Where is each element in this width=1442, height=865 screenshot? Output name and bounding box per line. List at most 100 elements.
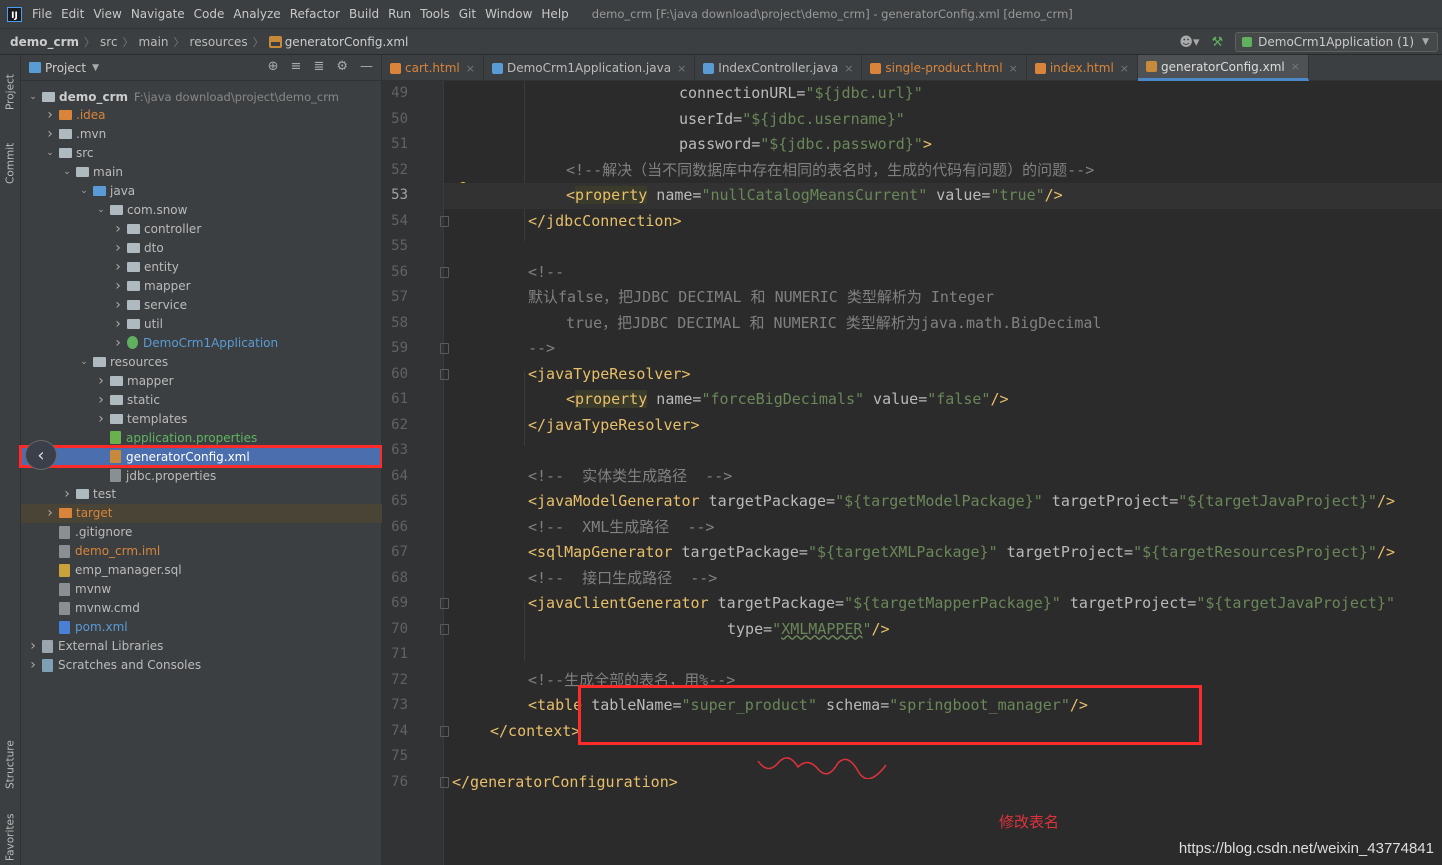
menu-run[interactable]: Run [388, 7, 411, 21]
chevron-right-icon[interactable]: › [112, 297, 124, 313]
close-icon[interactable]: × [844, 62, 853, 75]
run-configuration-selector[interactable]: DemoCrm1Application (1) ▼ [1235, 32, 1438, 52]
chevron-down-icon[interactable]: ⌄ [95, 205, 107, 215]
back-arrow-icon[interactable]: ‹ [25, 440, 57, 471]
tree-item-gitignore[interactable]: .gitignore [21, 523, 382, 542]
tree-item-java[interactable]: ⌄ java [21, 182, 382, 201]
tree-item-templates[interactable]: › templates [21, 409, 382, 428]
menu-analyze[interactable]: Analyze [233, 7, 280, 21]
tree-item-pom-xml[interactable]: pom.xml [21, 618, 382, 637]
tab-cart-html[interactable]: cart.html × [382, 55, 484, 81]
tree-item-scratches-and-consoles[interactable]: › Scratches and Consoles [21, 656, 382, 675]
tab-index-html[interactable]: index.html × [1027, 55, 1139, 81]
chevron-right-icon[interactable]: › [95, 392, 107, 408]
chevron-down-icon[interactable]: ⌄ [27, 92, 39, 102]
hide-panel-icon[interactable]: — [360, 59, 373, 74]
expand-all-icon[interactable]: ≡ [291, 59, 302, 74]
chevron-down-icon[interactable]: ⌄ [44, 148, 56, 158]
menu-tools[interactable]: Tools [420, 7, 450, 21]
tree-item-controller[interactable]: › controller [21, 220, 382, 239]
menu-window[interactable]: Window [485, 7, 532, 21]
tree-item-democrm1application[interactable]: › DemoCrm1Application [21, 333, 382, 352]
breadcrumb-src[interactable]: src [100, 35, 118, 49]
tree-item-entity[interactable]: › entity [21, 258, 382, 277]
close-icon[interactable]: × [1291, 60, 1300, 73]
tab-democrm1application-java[interactable]: DemoCrm1Application.java × [484, 55, 696, 81]
chevron-down-icon[interactable]: ▼ [92, 63, 99, 73]
close-icon[interactable]: × [466, 62, 475, 75]
tab-generatorconfig-xml[interactable]: generatorConfig.xml × [1138, 55, 1309, 81]
close-icon[interactable]: × [1009, 62, 1018, 75]
tree-item-mapper[interactable]: › mapper [21, 371, 382, 390]
tree-item-application-properties[interactable]: application.properties [21, 428, 382, 447]
chevron-right-icon[interactable]: › [112, 335, 124, 351]
tree-item-com-snow[interactable]: ⌄ com.snow [21, 201, 382, 220]
chevron-down-icon[interactable]: ⌄ [78, 357, 90, 367]
tree-item-static[interactable]: › static [21, 390, 382, 409]
chevron-right-icon[interactable]: › [61, 486, 73, 502]
tree-item-idea[interactable]: › .idea [21, 106, 382, 125]
chevron-right-icon[interactable]: › [112, 221, 124, 237]
chevron-right-icon[interactable]: › [112, 316, 124, 332]
collapse-all-icon[interactable]: ≣ [313, 59, 324, 74]
chevron-down-icon[interactable]: ⌄ [61, 167, 73, 177]
tree-item-mvnw[interactable]: mvnw [21, 580, 382, 599]
chevron-right-icon[interactable]: › [112, 278, 124, 294]
menu-file[interactable]: File [32, 7, 52, 21]
tree-item-jdbc-properties[interactable]: jdbc.properties [21, 466, 382, 485]
tree-item-mapper[interactable]: › mapper [21, 277, 382, 296]
tool-tab-favorites[interactable]: Favorites [0, 810, 21, 865]
chevron-right-icon[interactable]: › [44, 126, 56, 142]
tree-item-generatorconfig-xml[interactable]: generatorConfig.xml ‹ [19, 440, 383, 471]
tree-item-dto[interactable]: › dto [21, 239, 382, 258]
chevron-right-icon[interactable]: › [44, 107, 56, 123]
menu-build[interactable]: Build [349, 7, 379, 21]
chevron-right-icon[interactable]: › [27, 638, 39, 654]
chevron-right-icon[interactable]: › [95, 411, 107, 427]
tab-single-product-html[interactable]: single-product.html × [862, 55, 1027, 81]
breadcrumb-main[interactable]: main [139, 35, 169, 49]
locate-file-icon[interactable]: ⊕ [268, 59, 279, 74]
menu-view[interactable]: View [93, 7, 121, 21]
breadcrumb-resources[interactable]: resources [190, 35, 248, 49]
chevron-right-icon[interactable]: › [95, 373, 107, 389]
tree-item-src[interactable]: ⌄ src [21, 144, 382, 163]
menu-code[interactable]: Code [194, 7, 225, 21]
user-icon[interactable]: ☻▾ [1179, 35, 1199, 50]
menu-refactor[interactable]: Refactor [290, 7, 340, 21]
chevron-right-icon[interactable]: › [27, 657, 39, 673]
chevron-down-icon[interactable]: ⌄ [78, 186, 90, 196]
tool-tab-commit[interactable]: Commit [0, 133, 21, 193]
tree-item-target[interactable]: › target [21, 503, 382, 523]
tree-item-label: jdbc.properties [126, 468, 217, 483]
tool-tab-structure[interactable]: Structure [0, 730, 21, 800]
menu-edit[interactable]: Edit [61, 7, 84, 21]
menu-git[interactable]: Git [459, 7, 476, 21]
tree-item-main[interactable]: ⌄ main [21, 163, 382, 182]
breadcrumb-project[interactable]: demo_crm [10, 35, 79, 49]
chevron-right-icon[interactable]: › [44, 505, 56, 521]
tree-root-item[interactable]: ⌄ demo_crm F:\java download\project\demo… [21, 87, 382, 106]
menu-navigate[interactable]: Navigate [131, 7, 185, 21]
chevron-right-icon[interactable]: › [112, 240, 124, 256]
tree-item-test[interactable]: › test [21, 485, 382, 504]
tree-item-resources[interactable]: ⌄ resources [21, 352, 382, 371]
tree-item-emp-manager-sql[interactable]: emp_manager.sql [21, 561, 382, 580]
tree-item-util[interactable]: › util [21, 314, 382, 333]
close-icon[interactable]: × [677, 62, 686, 75]
tree-item-mvnw-cmd[interactable]: mvnw.cmd [21, 599, 382, 618]
code-editor[interactable]: connectionURL="${jdbc.url}" userId="${jd… [444, 81, 1442, 865]
tree-item-demo-crm-iml[interactable]: demo_crm.iml [21, 542, 382, 561]
chevron-right-icon[interactable]: › [112, 259, 124, 275]
tool-tab-project[interactable]: Project [0, 61, 21, 123]
gear-icon[interactable]: ⚙ [336, 59, 348, 74]
breadcrumb-file[interactable]: generatorConfig.xml [285, 35, 409, 49]
tree-item-mvn[interactable]: › .mvn [21, 125, 382, 144]
tree-item-external-libraries[interactable]: › External Libraries [21, 637, 382, 656]
tree-item-service[interactable]: › service [21, 295, 382, 314]
project-panel-title[interactable]: Project [45, 61, 86, 75]
close-icon[interactable]: × [1120, 62, 1129, 75]
tab-indexcontroller-java[interactable]: IndexController.java × [695, 55, 863, 81]
build-hammer-icon[interactable]: ⚒ [1211, 35, 1223, 50]
menu-help[interactable]: Help [541, 7, 568, 21]
